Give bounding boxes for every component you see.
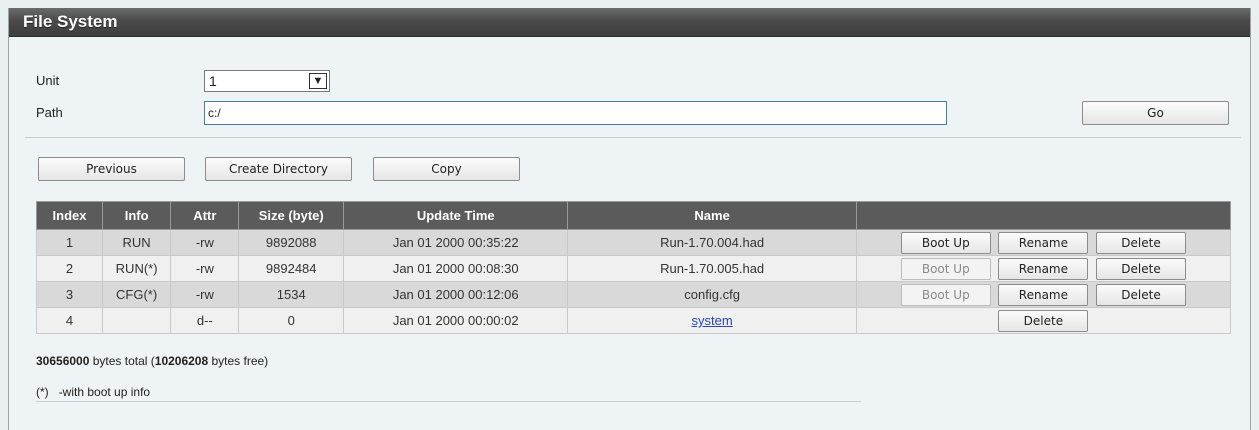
cell-info: RUN [102, 229, 172, 256]
cell-update-time: Jan 01 2000 00:35:22 [342, 229, 569, 256]
cell-update-time: Jan 01 2000 00:00:02 [342, 307, 569, 334]
storage-summary: 30656000 bytes total (10206208 bytes fre… [36, 354, 268, 368]
boot-up-button: Boot Up [900, 257, 991, 280]
create-directory-button[interactable]: Create Directory [205, 157, 352, 181]
delete-button[interactable]: Delete [1096, 257, 1187, 280]
unit-label: Unit [36, 73, 60, 88]
cell-actions: Delete [855, 307, 1232, 334]
cell-update-time: Jan 01 2000 00:08:30 [342, 255, 569, 282]
free-bytes: 10206208 [154, 354, 209, 368]
cell-actions: Boot Up Rename Delete [855, 281, 1232, 308]
cell-index: 2 [35, 255, 104, 282]
cell-attr: -rw [170, 281, 240, 308]
cell-attr: d-- [170, 307, 240, 334]
table-row: 1 RUN -rw 9892088 Jan 01 2000 00:35:22 R… [35, 229, 1232, 256]
cell-index: 1 [35, 229, 104, 256]
table-row: 4 d-- 0 Jan 01 2000 00:00:02 system Dele… [35, 307, 1232, 334]
delete-button[interactable]: Delete [998, 309, 1089, 332]
footer-divider [36, 401, 861, 402]
previous-button[interactable]: Previous [38, 157, 185, 181]
legend-text: -with boot up info [58, 385, 151, 399]
rename-button[interactable]: Rename [998, 231, 1089, 254]
cell-actions: Boot Up Rename Delete [855, 229, 1232, 256]
cell-name: Run-1.70.004.had [567, 229, 857, 256]
summary-text-end: bytes free) [208, 354, 269, 368]
title-bar: File System [9, 8, 1250, 37]
header-update-time: Update Time [342, 201, 569, 230]
header-attr: Attr [170, 201, 240, 230]
header-size: Size (byte) [238, 201, 344, 230]
cell-info [102, 307, 172, 334]
table-header-row: Index Info Attr Size (byte) Update Time … [35, 201, 1232, 230]
rename-button[interactable]: Rename [998, 257, 1089, 280]
header-actions [855, 201, 1232, 230]
cell-name: system [567, 307, 857, 334]
legend: (*) -with boot up info [36, 385, 150, 399]
legend-marker: (*) [36, 385, 49, 399]
cell-index: 4 [35, 307, 104, 334]
path-input[interactable] [204, 101, 947, 125]
cell-size: 9892088 [238, 229, 344, 256]
cell-index: 3 [35, 281, 104, 308]
rename-button[interactable]: Rename [998, 283, 1089, 306]
cell-info: CFG(*) [102, 281, 172, 308]
cell-info: RUN(*) [102, 255, 172, 282]
delete-button[interactable]: Delete [1096, 231, 1187, 254]
header-info: Info [102, 201, 172, 230]
total-bytes: 30656000 [36, 354, 90, 368]
boot-up-button: Boot Up [900, 283, 991, 306]
cell-size: 0 [238, 307, 344, 334]
boot-up-button[interactable]: Boot Up [900, 231, 991, 254]
table-row: 2 RUN(*) -rw 9892484 Jan 01 2000 00:08:3… [35, 255, 1232, 282]
cell-name: Run-1.70.005.had [567, 255, 857, 282]
header-name: Name [567, 201, 857, 230]
page-title: File System [23, 12, 118, 31]
cell-update-time: Jan 01 2000 00:12:06 [342, 281, 569, 308]
cell-name: config.cfg [567, 281, 857, 308]
summary-text-mid: bytes total ( [89, 354, 155, 368]
file-system-panel: File System Unit 1 ▼ Path Go Previous Cr… [8, 8, 1251, 430]
delete-button[interactable]: Delete [1096, 283, 1187, 306]
cell-size: 9892484 [238, 255, 344, 282]
chevron-down-icon[interactable]: ▼ [309, 73, 327, 89]
cell-size: 1534 [238, 281, 344, 308]
copy-button[interactable]: Copy [373, 157, 520, 181]
divider [25, 137, 1241, 138]
cell-attr: -rw [170, 229, 240, 256]
unit-select[interactable]: 1 ▼ [204, 70, 330, 92]
table-row: 3 CFG(*) -rw 1534 Jan 01 2000 00:12:06 c… [35, 281, 1232, 308]
cell-actions: Boot Up Rename Delete [855, 255, 1232, 282]
path-label: Path [36, 105, 63, 120]
go-button[interactable]: Go [1082, 101, 1229, 125]
header-index: Index [35, 201, 104, 230]
unit-select-value: 1 [209, 73, 217, 89]
directory-link[interactable]: system [692, 313, 733, 328]
file-table: Index Info Attr Size (byte) Update Time … [35, 201, 1232, 334]
cell-attr: -rw [170, 255, 240, 282]
